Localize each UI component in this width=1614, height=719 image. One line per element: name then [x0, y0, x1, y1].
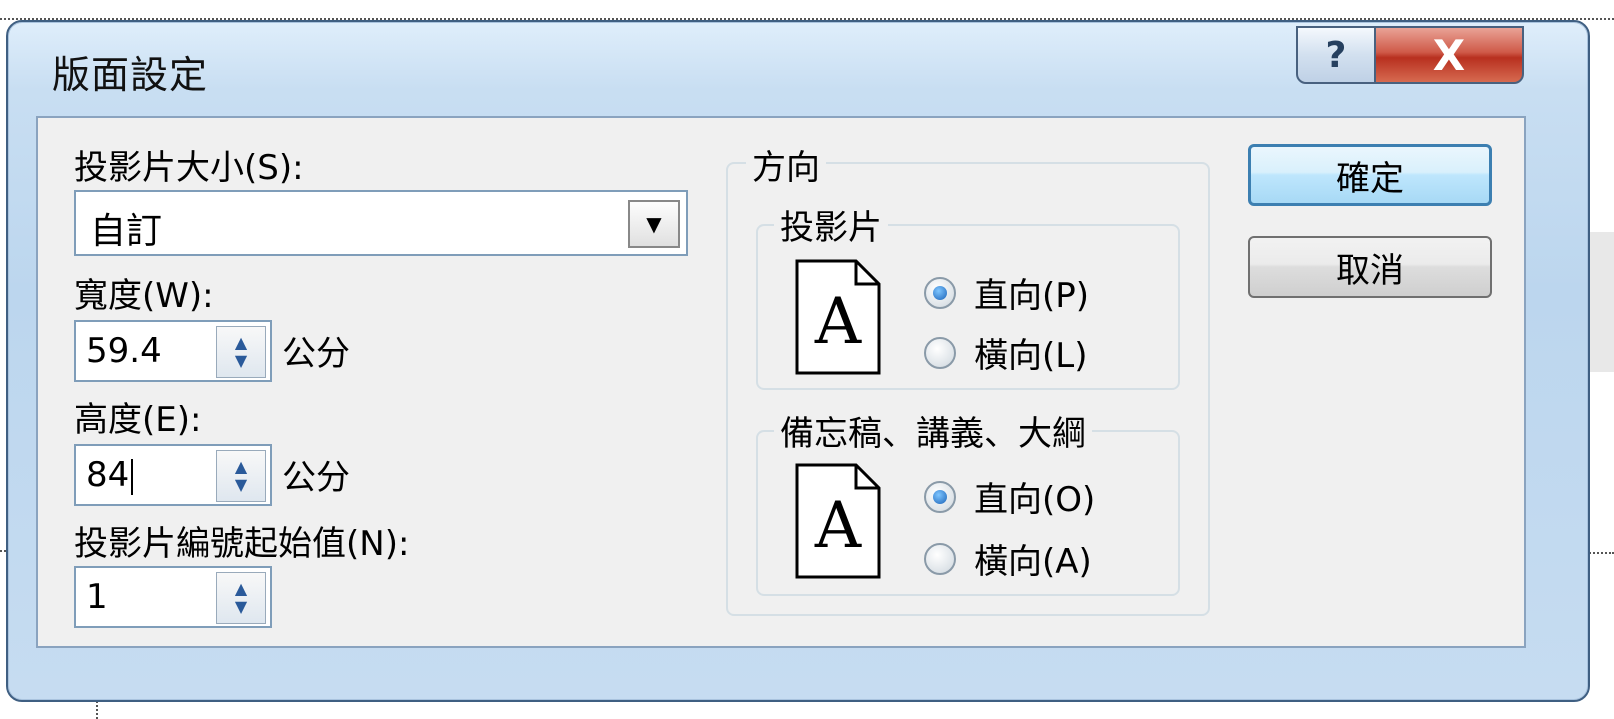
- svg-text:A: A: [814, 285, 862, 359]
- spin-down-icon[interactable]: ▼: [235, 352, 247, 370]
- svg-text:A: A: [814, 489, 862, 563]
- background-dotted-line: [1586, 552, 1614, 554]
- notes-group-label: 備忘稿、講義、大綱: [774, 406, 1092, 455]
- ok-button[interactable]: 確定: [1248, 144, 1492, 206]
- height-input[interactable]: 84 ▲ ▼: [74, 444, 272, 506]
- slides-group-label: 投影片: [774, 200, 888, 249]
- width-input[interactable]: 59.4 ▲ ▼: [74, 320, 272, 382]
- notes-landscape-label: 橫向(A): [974, 542, 1092, 582]
- start-number-value: 1: [86, 577, 108, 617]
- radio-selected-icon[interactable]: [924, 480, 956, 513]
- width-unit: 公分: [282, 334, 350, 374]
- height-value: 84: [86, 455, 130, 495]
- spin-down-icon[interactable]: ▼: [235, 476, 247, 494]
- dialog-title: 版面設定: [52, 53, 209, 97]
- height-unit: 公分: [282, 458, 350, 498]
- width-label: 寬度(W):: [74, 276, 214, 316]
- height-spinner[interactable]: ▲ ▼: [216, 450, 266, 502]
- radio-unselected-icon[interactable]: [924, 336, 956, 369]
- width-value: 59.4: [86, 331, 162, 371]
- radio-selected-icon[interactable]: [924, 276, 956, 309]
- width-spinner[interactable]: ▲ ▼: [216, 326, 266, 378]
- help-button[interactable]: ?: [1296, 26, 1376, 84]
- slide-size-label: 投影片大小(S):: [74, 148, 304, 188]
- slides-landscape-label: 橫向(L): [974, 336, 1088, 376]
- slides-portrait-label: 直向(P): [974, 276, 1090, 316]
- slides-portrait-radio[interactable]: 直向(P): [924, 268, 1089, 317]
- chevron-down-icon[interactable]: ▼: [628, 200, 680, 248]
- text-caret: [131, 458, 134, 495]
- slide-size-dropdown[interactable]: 自訂 ▼: [74, 190, 688, 256]
- portrait-page-icon: A: [795, 463, 881, 579]
- slide-size-value: 自訂: [90, 211, 163, 252]
- spin-down-icon[interactable]: ▼: [235, 598, 247, 616]
- start-number-input[interactable]: 1 ▲ ▼: [74, 566, 272, 628]
- notes-landscape-radio[interactable]: 橫向(A): [924, 534, 1092, 583]
- cancel-button[interactable]: 取消: [1248, 236, 1492, 298]
- slides-landscape-radio[interactable]: 橫向(L): [924, 328, 1087, 377]
- start-number-spinner[interactable]: ▲ ▼: [216, 572, 266, 624]
- spin-up-icon[interactable]: ▲: [235, 580, 247, 598]
- notes-portrait-label: 直向(O): [974, 480, 1096, 520]
- notes-portrait-radio[interactable]: 直向(O): [924, 472, 1095, 521]
- close-button[interactable]: X: [1374, 26, 1524, 84]
- portrait-page-icon: A: [795, 259, 881, 375]
- orientation-group-label: 方向: [746, 140, 826, 189]
- spin-up-icon[interactable]: ▲: [235, 458, 247, 476]
- spin-up-icon[interactable]: ▲: [235, 334, 247, 352]
- radio-unselected-icon[interactable]: [924, 542, 956, 575]
- height-label: 高度(E):: [74, 400, 202, 440]
- start-number-label: 投影片編號起始值(N):: [74, 524, 410, 564]
